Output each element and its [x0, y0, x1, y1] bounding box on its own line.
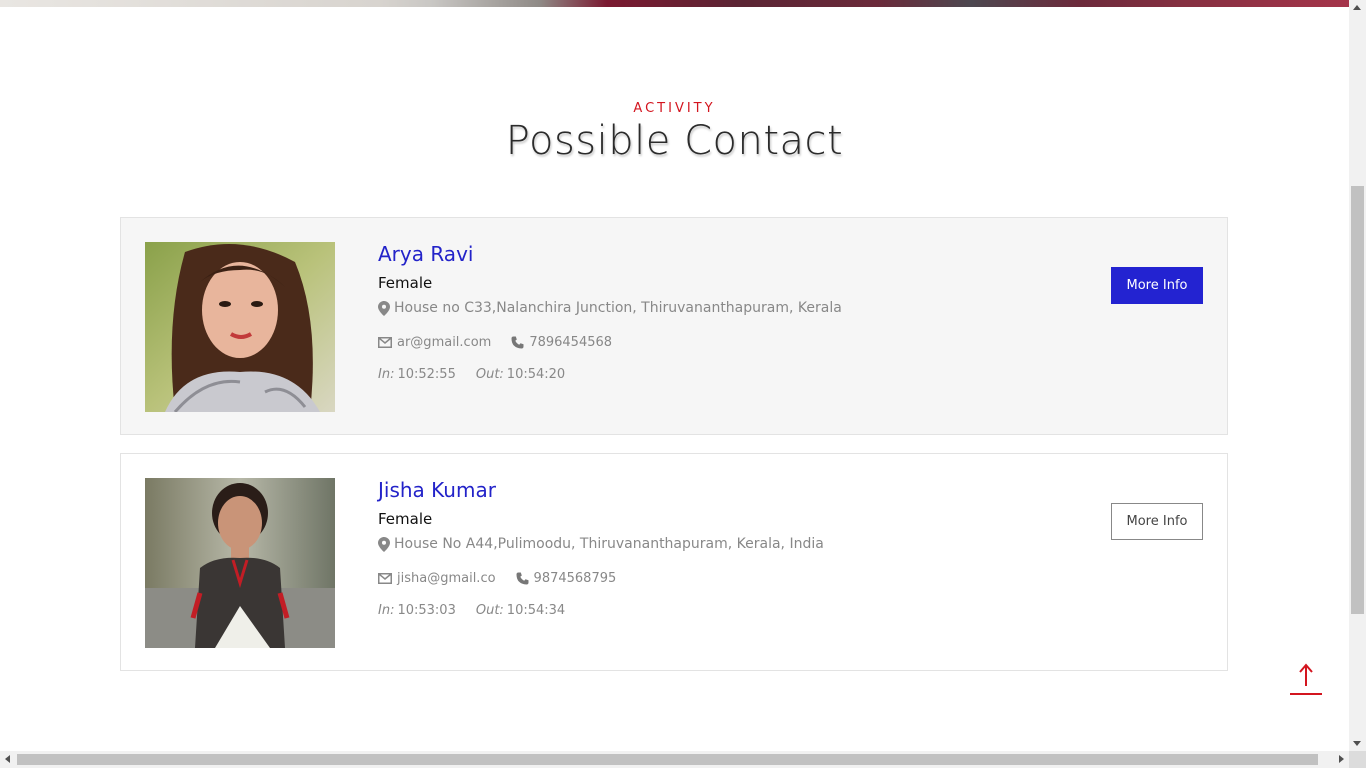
phone-icon: [516, 572, 529, 585]
section-kicker: ACTIVITY: [633, 101, 716, 116]
out-time: 10:54:20: [506, 367, 566, 382]
contact-photo: [145, 478, 335, 648]
vertical-scroll-thumb[interactable]: [1351, 186, 1364, 614]
hero-banner-strip: [0, 0, 1349, 7]
contact-gender: Female: [378, 510, 433, 528]
horizontal-scroll-thumb[interactable]: [17, 754, 1318, 765]
time-row: In: 10:53:03 Out: 10:54:34: [378, 603, 585, 618]
in-time: 10:53:03: [397, 603, 456, 618]
contact-name[interactable]: Arya Ravi: [378, 242, 473, 266]
more-info-button[interactable]: More Info: [1111, 267, 1203, 304]
contact-email[interactable]: ar@gmail.com: [397, 335, 491, 350]
vertical-scrollbar[interactable]: [1349, 0, 1366, 751]
address-text: House No A44,Pulimoodu, Thiruvananthapur…: [394, 536, 824, 552]
scroll-down-icon[interactable]: [1353, 741, 1361, 746]
contact-phone[interactable]: 9874568795: [534, 571, 617, 586]
contact-photo: [145, 242, 335, 412]
time-row: In: 10:52:55 Out: 10:54:20: [378, 367, 585, 382]
contact-card: Jisha Kumar Female House No A44,Pulimood…: [120, 453, 1228, 671]
out-time: 10:54:34: [506, 603, 566, 618]
in-time: 10:52:55: [397, 367, 456, 382]
scroll-left-icon[interactable]: [5, 755, 10, 763]
back-to-top-button[interactable]: [1289, 662, 1323, 698]
scroll-right-icon[interactable]: [1339, 755, 1344, 763]
contact-email[interactable]: jisha@gmail.co: [397, 571, 496, 586]
envelope-icon: [378, 573, 392, 584]
map-marker-icon: [378, 536, 390, 552]
out-label: Out:: [475, 367, 504, 382]
scroll-up-icon[interactable]: [1353, 5, 1361, 10]
contact-card: Arya Ravi Female House no C33,Nalanchira…: [120, 217, 1228, 435]
section-title: Possible Contact: [505, 118, 844, 164]
out-label: Out:: [475, 603, 504, 618]
address-text: House no C33,Nalanchira Junction, Thiruv…: [394, 300, 842, 316]
contact-address: House no C33,Nalanchira Junction, Thiruv…: [378, 300, 842, 316]
scrollbar-corner: [1349, 751, 1366, 768]
horizontal-scrollbar[interactable]: [0, 751, 1349, 768]
more-info-button[interactable]: More Info: [1111, 503, 1203, 540]
contact-details-row: jisha@gmail.co 9874568795: [378, 571, 636, 586]
in-label: In:: [378, 367, 395, 382]
contact-phone[interactable]: 7896454568: [529, 335, 612, 350]
phone-icon: [511, 336, 524, 349]
arrow-up-icon: [1289, 663, 1323, 702]
contact-address: House No A44,Pulimoodu, Thiruvananthapur…: [378, 536, 824, 552]
contact-gender: Female: [378, 274, 433, 292]
contact-details-row: ar@gmail.com 7896454568: [378, 335, 632, 350]
in-label: In:: [378, 603, 395, 618]
envelope-icon: [378, 337, 392, 348]
map-marker-icon: [378, 300, 390, 316]
contact-name[interactable]: Jisha Kumar: [378, 478, 496, 502]
